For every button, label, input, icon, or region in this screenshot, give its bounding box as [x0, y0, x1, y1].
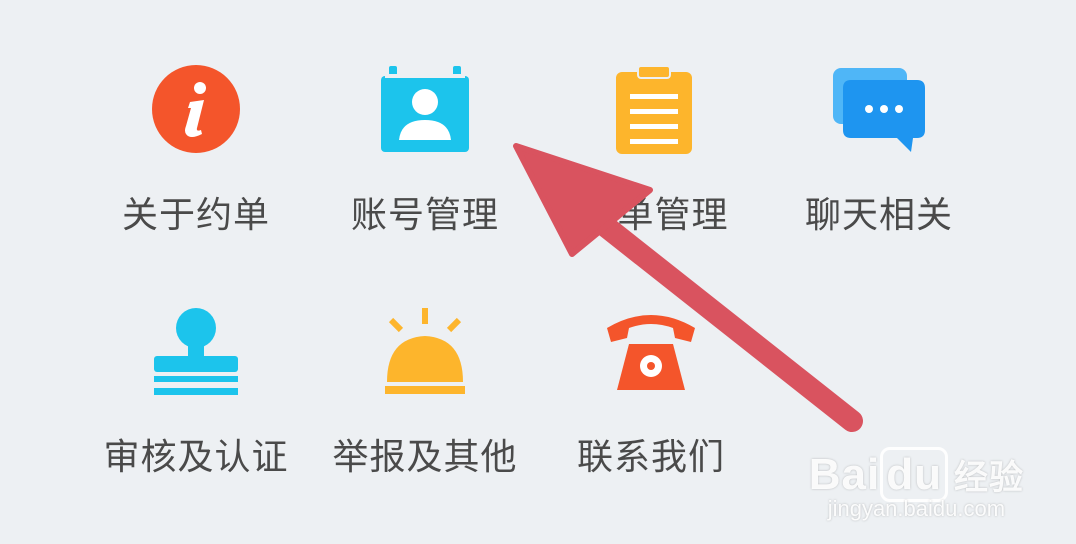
menu-item-label: 联系我们 — [576, 437, 725, 478]
menu-item-label: 单管理 — [617, 195, 729, 236]
menu-item-label: 账号管理 — [350, 195, 499, 236]
menu-item-contact[interactable]: 联系我们 — [551, 306, 751, 496]
menu-item-label: 聊天相关 — [804, 195, 953, 236]
menu-item-about[interactable]: 关于约单 — [96, 64, 296, 254]
menu-item-account[interactable]: 账号管理 — [325, 64, 525, 254]
menu-item-orders[interactable]: 单管理 — [554, 64, 754, 254]
info-icon — [146, 64, 246, 164]
chat-bubbles-icon — [829, 64, 929, 164]
menu-item-label: 举报及其他 — [332, 437, 518, 478]
menu-item-verification[interactable]: 审核及认证 — [96, 306, 296, 496]
baidu-jingyan-watermark: Bai du 经验 jingyan.baidu.com — [809, 447, 1024, 522]
telephone-icon — [601, 306, 701, 406]
menu-item-chat[interactable]: 聊天相关 — [779, 64, 979, 254]
alarm-light-icon — [375, 306, 475, 406]
menu-item-label: 审核及认证 — [103, 437, 289, 478]
watermark-url: jingyan.baidu.com — [827, 496, 1006, 521]
account-card-icon — [375, 64, 475, 164]
menu-item-report[interactable]: 举报及其他 — [325, 306, 525, 496]
stamp-icon — [146, 306, 246, 406]
clipboard-icon — [604, 64, 704, 164]
watermark-logo: Bai du 经验 — [809, 447, 1024, 502]
menu-item-label: 关于约单 — [121, 195, 270, 236]
